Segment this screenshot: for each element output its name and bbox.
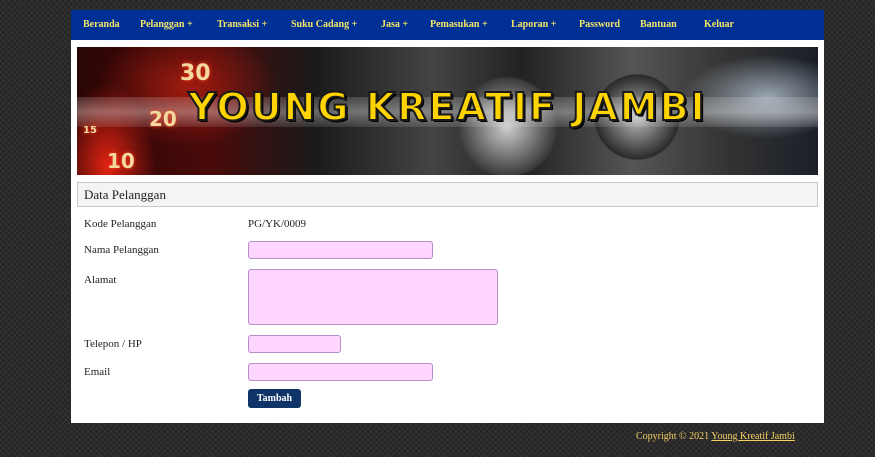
email-input[interactable] xyxy=(248,363,433,381)
telepon-label: Telepon / HP xyxy=(84,338,142,350)
kode-pelanggan-label: Kode Pelanggan xyxy=(84,218,157,230)
section-title: Data Pelanggan xyxy=(84,187,166,202)
alamat-label: Alamat xyxy=(84,274,117,286)
section-header: Data Pelanggan xyxy=(77,182,818,207)
footer-prefix: Copyright © 2021 xyxy=(636,431,712,442)
nav-bantuan[interactable]: Bantuan xyxy=(640,10,677,40)
telepon-input[interactable] xyxy=(248,335,341,353)
nav-keluar[interactable]: Keluar xyxy=(704,10,734,40)
nav-beranda[interactable]: Beranda xyxy=(83,10,120,40)
nav-password[interactable]: Password xyxy=(579,10,620,40)
nav-pelanggan[interactable]: Pelanggan + xyxy=(140,10,193,40)
nama-pelanggan-input[interactable] xyxy=(248,241,433,259)
nav-jasa[interactable]: Jasa + xyxy=(381,10,408,40)
nama-pelanggan-label: Nama Pelanggan xyxy=(84,244,159,256)
main-container: Beranda Pelanggan + Transaksi + Suku Cad… xyxy=(71,10,824,423)
header-banner: 30 20 10 15 YOUNG KREATIF JAMBI xyxy=(77,47,818,175)
tambah-button[interactable]: Tambah xyxy=(248,389,301,408)
nav-pemasukan[interactable]: Pemasukan + xyxy=(430,10,488,40)
nav-laporan[interactable]: Laporan + xyxy=(511,10,556,40)
footer-link[interactable]: Young Kreatif Jambi xyxy=(711,431,794,442)
top-navigation: Beranda Pelanggan + Transaksi + Suku Cad… xyxy=(71,10,824,40)
nav-suku-cadang[interactable]: Suku Cadang + xyxy=(291,10,357,40)
footer-copyright: Copyright © 2021 Young Kreatif Jambi xyxy=(636,431,795,442)
gauge-number-30: 30 xyxy=(180,61,211,86)
alamat-textarea[interactable] xyxy=(248,269,498,325)
nav-transaksi[interactable]: Transaksi + xyxy=(217,10,267,40)
banner-title: YOUNG KREATIF JAMBI xyxy=(187,84,707,130)
gauge-number-10: 10 xyxy=(107,149,135,173)
email-label: Email xyxy=(84,366,111,378)
kode-pelanggan-value: PG/YK/0009 xyxy=(248,218,307,230)
